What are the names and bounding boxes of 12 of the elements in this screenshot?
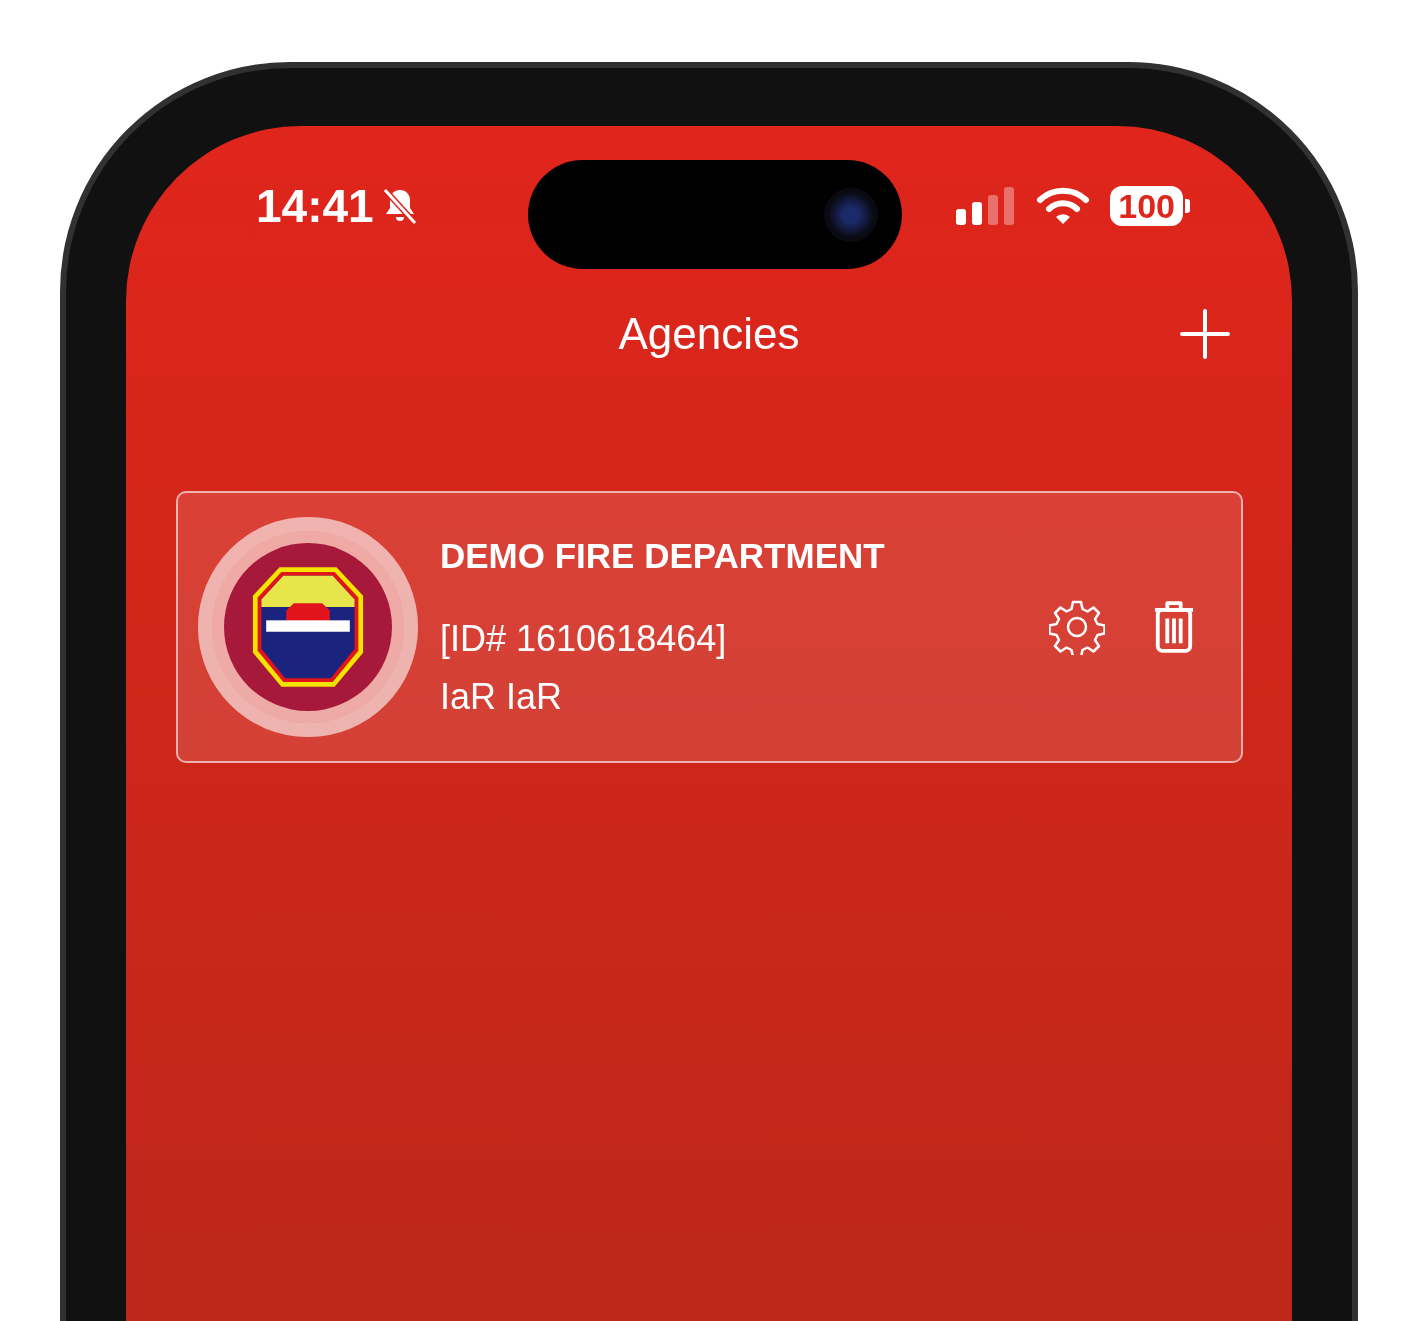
battery-indicator: 100: [1110, 186, 1190, 226]
settings-icon[interactable]: [1049, 599, 1105, 655]
page-title: Agencies: [618, 309, 800, 359]
delete-icon[interactable]: [1153, 599, 1195, 655]
agency-name: DEMO FIRE DEPARTMENT: [440, 536, 886, 576]
agency-id: [ID# 1610618464]: [440, 618, 728, 660]
status-time: 14:41: [256, 179, 374, 233]
cellular-signal-icon: [956, 187, 1017, 225]
agency-subtitle: IaR IaR: [440, 676, 564, 718]
add-icon[interactable]: [1180, 309, 1230, 359]
agency-card[interactable]: DEMO FIRE DEPARTMENT [ID# 1610618464] IaR IaR: [176, 491, 1243, 763]
wifi-icon: [1036, 187, 1091, 225]
